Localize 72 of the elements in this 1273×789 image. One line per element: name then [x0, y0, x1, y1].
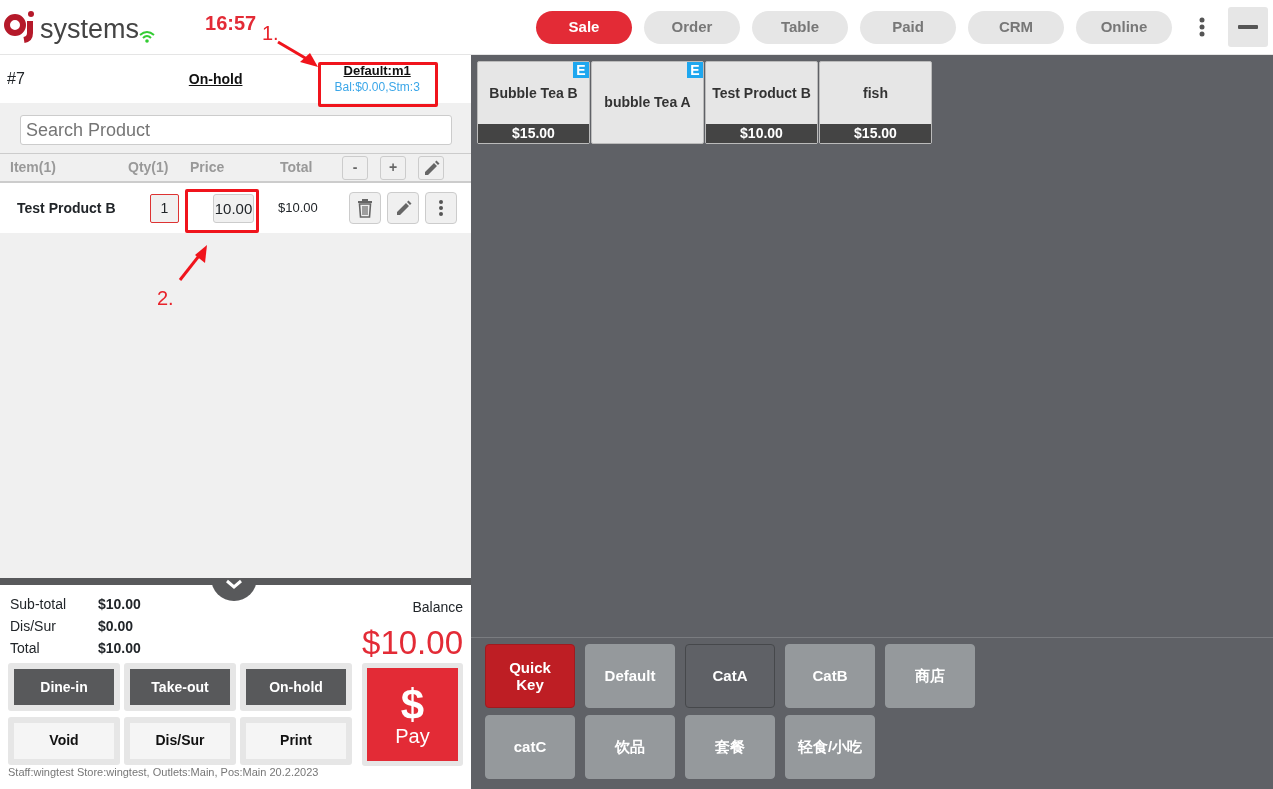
action-button[interactable]: Take-out: [124, 663, 236, 711]
more-icon[interactable]: [1198, 17, 1206, 37]
nav-tab[interactable]: Paid: [860, 10, 956, 44]
column-header: Item(1): [10, 158, 57, 177]
chevron-down-icon: [225, 578, 243, 590]
pay-button[interactable]: $ Pay: [361, 663, 463, 766]
more-icon: [439, 200, 443, 216]
product-name: bubble Tea A: [604, 93, 691, 112]
nav-tab[interactable]: Table: [752, 10, 848, 44]
action-button[interactable]: Dis/Sur: [124, 716, 236, 765]
item-name: Test Product B: [17, 198, 117, 218]
price-field[interactable]: 10.00: [213, 193, 254, 223]
edit-button[interactable]: [387, 192, 419, 224]
annotation-arrow: [275, 40, 321, 70]
minimize-icon: [1238, 25, 1258, 29]
quantity-field[interactable]: 1: [150, 193, 179, 223]
balance-label: Balance: [411, 598, 463, 617]
trash-icon: [356, 198, 374, 218]
action-button[interactable]: Void: [8, 716, 120, 765]
wifi-icon: [139, 30, 155, 43]
summary-value: $10.00: [98, 595, 141, 614]
delete-button[interactable]: [349, 192, 381, 224]
product-price: $10.00: [706, 124, 817, 143]
order-status[interactable]: On-hold: [188, 68, 243, 90]
summary-value: $0.00: [98, 617, 135, 636]
customer-info: Bal:$0.00,Stm:3: [334, 79, 420, 95]
minimize-button[interactable]: [1228, 7, 1268, 47]
product-badge: E: [687, 62, 703, 78]
nav-tab[interactable]: Online: [1076, 10, 1172, 44]
nav-tab[interactable]: CRM: [968, 10, 1064, 44]
product-tile[interactable]: Test Product B $10.00: [705, 61, 818, 144]
balance-amount: $10.00: [362, 626, 463, 659]
brand-name: systems: [40, 16, 139, 43]
column-header: Qty(1): [128, 158, 170, 177]
action-button[interactable]: Dine-in: [8, 663, 120, 711]
status-footer: Staff:wingtest Store:wingtest, Outlets:Main, Pos:Main 20.2.2023: [8, 767, 463, 778]
annotation-label: 2.: [157, 286, 174, 311]
annotation-arrow: [176, 243, 210, 283]
product-tile[interactable]: E Bubble Tea B $15.00: [477, 61, 590, 144]
summary-label: Dis/Sur: [10, 617, 57, 636]
column-header: Price: [190, 158, 226, 177]
annotation-label: 1.: [262, 21, 279, 46]
summary-label: Total: [10, 639, 41, 658]
product-tile[interactable]: E bubble Tea A: [591, 61, 704, 144]
decrease-button[interactable]: -: [342, 155, 368, 180]
customer-link[interactable]: Default:m1: [334, 63, 420, 79]
logo-icon: [4, 11, 36, 43]
nav-tab[interactable]: Sale: [536, 10, 632, 44]
order-number: #7: [7, 69, 25, 89]
category-button[interactable]: CatA: [685, 644, 775, 708]
summary-label: Sub-total: [10, 595, 68, 614]
category-button[interactable]: Quick Key: [485, 644, 575, 708]
summary-value: $10.00: [98, 639, 141, 658]
product-price: $15.00: [820, 124, 931, 143]
product-tile[interactable]: fish $15.00: [819, 61, 932, 144]
increase-button[interactable]: +: [380, 155, 406, 180]
product-name: Test Product B: [712, 83, 811, 103]
clock-time: 16:57: [205, 11, 257, 36]
product-name: fish: [863, 83, 888, 103]
nav-tab[interactable]: Order: [644, 10, 740, 44]
pencil-icon: [394, 199, 412, 217]
product-badge: E: [573, 62, 589, 78]
search-field[interactable]: Search Product: [20, 115, 452, 145]
column-header: Total: [279, 158, 314, 177]
more-button[interactable]: [425, 192, 457, 224]
item-total: $10.00: [278, 199, 319, 218]
edit-button[interactable]: [418, 155, 444, 180]
product-name: Bubble Tea B: [489, 83, 578, 103]
pencil-icon: [422, 158, 440, 177]
action-button[interactable]: On-hold: [240, 663, 352, 711]
action-button[interactable]: Print: [240, 716, 352, 765]
product-price: $15.00: [478, 124, 589, 143]
